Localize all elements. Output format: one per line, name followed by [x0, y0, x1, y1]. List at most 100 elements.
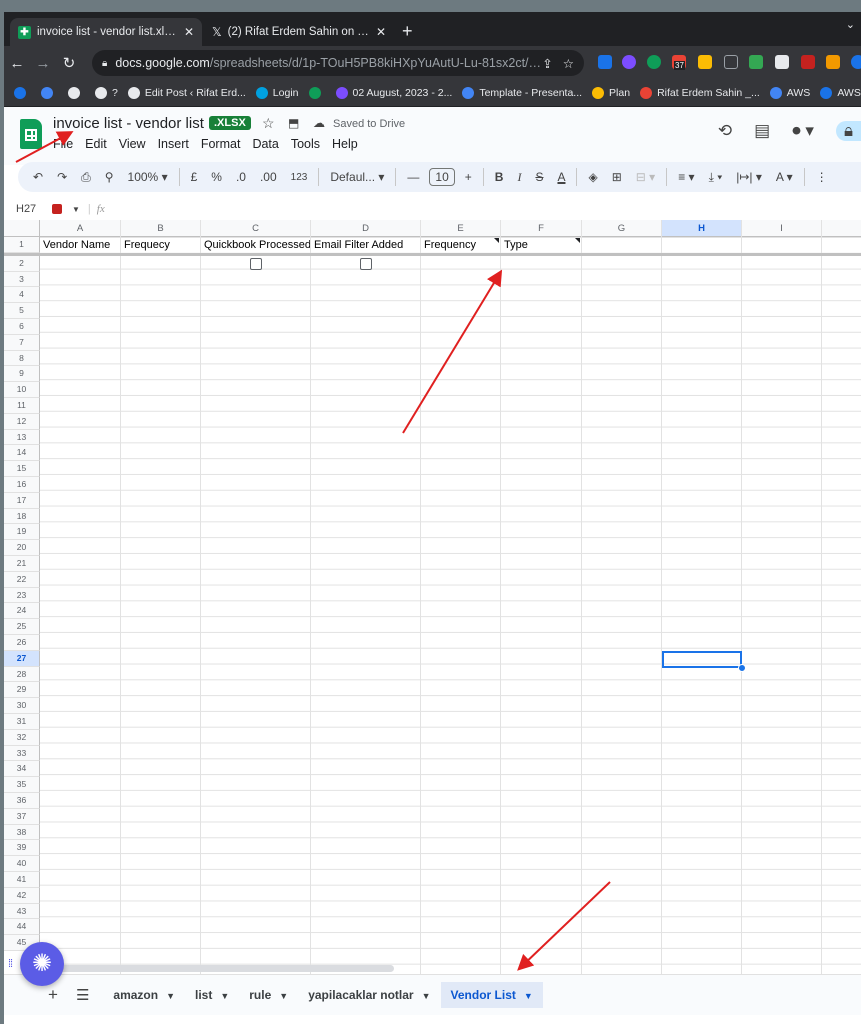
- bookmark-item[interactable]: [308, 87, 326, 99]
- row-header-13[interactable]: 13: [4, 429, 40, 446]
- close-tab-icon[interactable]: ✕: [184, 25, 194, 39]
- checkbox-c2[interactable]: [250, 257, 262, 270]
- new-tab-button[interactable]: +: [402, 22, 413, 40]
- browser-tab-sheets[interactable]: ✚ invoice list - vendor list.xlsx - Goo …: [10, 18, 202, 46]
- row-header-38[interactable]: 38: [4, 824, 40, 841]
- header-cell-e[interactable]: Frequency: [424, 239, 500, 251]
- row-header-21[interactable]: 21: [4, 556, 40, 572]
- header-cell-d[interactable]: Email Filter Added: [314, 239, 420, 251]
- bookmark-item[interactable]: Rifat Erdem Sahin _...: [640, 87, 760, 99]
- sheet-tab-vendor-list[interactable]: Vendor List ▼: [440, 982, 543, 1008]
- column-header-d[interactable]: D: [311, 220, 421, 237]
- decrease-decimal-button[interactable]: .0: [229, 170, 253, 184]
- spreadsheet-grid[interactable]: A B C D E F G H I 1 2 3 4 5 6 7 8 9 10 11 12 13 14 15 16 17 18 19 20…: [4, 220, 861, 974]
- column-header-e[interactable]: E: [421, 220, 501, 237]
- bold-button[interactable]: B: [488, 170, 511, 184]
- reload-icon[interactable]: ↻: [56, 54, 82, 72]
- row-header-33[interactable]: 33: [4, 745, 40, 762]
- extension-icon[interactable]: [775, 55, 789, 69]
- strikethrough-button[interactable]: S: [528, 170, 550, 184]
- row-header-26[interactable]: 26: [4, 635, 40, 651]
- row-header-18[interactable]: 18: [4, 508, 40, 525]
- row-header-10[interactable]: 10: [4, 382, 40, 398]
- bookmark-item[interactable]: Edit Post ‹ Rifat Erd...: [127, 87, 246, 99]
- row-header-34[interactable]: 34: [4, 761, 40, 778]
- star-icon[interactable]: ☆: [262, 115, 275, 132]
- bookmark-item[interactable]: ?: [95, 87, 118, 99]
- redo-icon[interactable]: ↷: [50, 170, 74, 184]
- row-header-25[interactable]: 25: [4, 619, 40, 635]
- row-header-19[interactable]: 19: [4, 524, 40, 541]
- row-header-15[interactable]: 15: [4, 461, 40, 477]
- menu-view[interactable]: View: [119, 137, 146, 151]
- row-header-28[interactable]: 28: [4, 666, 40, 683]
- selected-cell-outline[interactable]: [662, 650, 742, 668]
- paint-format-icon[interactable]: ⚲: [98, 170, 121, 184]
- text-rotation-icon[interactable]: A ▾: [769, 170, 800, 184]
- sheet-tab-caret-icon[interactable]: ▼: [524, 991, 533, 1001]
- column-header-partial[interactable]: [822, 220, 861, 237]
- horizontal-scrollbar[interactable]: [44, 965, 394, 972]
- bookmark-item[interactable]: [14, 87, 31, 99]
- meet-camera-icon[interactable]: ⏺︎ ▾: [792, 121, 814, 141]
- sheet-tab-amazon[interactable]: amazon ▼: [103, 982, 185, 1008]
- column-header-g[interactable]: G: [582, 220, 662, 237]
- bookmark-item[interactable]: [41, 87, 58, 99]
- row-header-1[interactable]: 1: [4, 237, 40, 253]
- version-history-icon[interactable]: ⟲: [718, 121, 732, 141]
- row-header-9[interactable]: 9: [4, 366, 40, 383]
- menu-file[interactable]: File: [53, 137, 73, 151]
- borders-icon[interactable]: ⊞: [605, 170, 629, 184]
- close-tab-icon[interactable]: ✕: [376, 25, 386, 39]
- sheets-logo-icon[interactable]: [20, 119, 42, 149]
- extension-icon[interactable]: [622, 55, 636, 69]
- vertical-align-icon[interactable]: ⤓ ▾: [702, 170, 730, 185]
- fill-color-icon[interactable]: ◈: [581, 170, 604, 184]
- menu-tools[interactable]: Tools: [291, 137, 320, 151]
- bookmark-item[interactable]: AWS: [769, 87, 810, 99]
- column-header-b[interactable]: B: [121, 220, 201, 237]
- italic-button[interactable]: I: [510, 170, 528, 185]
- column-note-indicator-icon[interactable]: [575, 238, 580, 243]
- header-cell-f[interactable]: Type: [504, 239, 581, 251]
- all-sheets-icon[interactable]: ☰: [76, 986, 89, 1004]
- smart-chip-icon[interactable]: [52, 204, 62, 214]
- bookmark-item[interactable]: AWS: [820, 87, 861, 99]
- row-header-31[interactable]: 31: [4, 714, 40, 730]
- row-header-14[interactable]: 14: [4, 445, 40, 462]
- row-header-8[interactable]: 8: [4, 350, 40, 367]
- fill-handle[interactable]: [738, 663, 746, 672]
- row-header-41[interactable]: 41: [4, 872, 40, 888]
- row-header-6[interactable]: 6: [4, 319, 40, 335]
- header-cell-b[interactable]: Frequecy: [124, 239, 200, 251]
- extension-icon[interactable]: [647, 55, 661, 69]
- checkbox-d2[interactable]: [360, 257, 372, 270]
- undo-icon[interactable]: ↶: [26, 170, 50, 184]
- row-header-29[interactable]: 29: [4, 682, 40, 699]
- more-options-icon[interactable]: ⋮: [809, 170, 835, 184]
- row-header-5[interactable]: 5: [4, 303, 40, 319]
- document-title[interactable]: invoice list - vendor list: [53, 115, 204, 132]
- row-header-30[interactable]: 30: [4, 698, 40, 714]
- row-header-27[interactable]: 27: [4, 650, 40, 667]
- extension-icon[interactable]: [724, 55, 738, 69]
- print-icon[interactable]: ⎙: [74, 170, 98, 185]
- percent-format-button[interactable]: %: [204, 170, 229, 184]
- column-header-i[interactable]: I: [742, 220, 822, 237]
- share-icon[interactable]: ⇪: [542, 56, 552, 71]
- text-color-button[interactable]: A: [550, 170, 572, 184]
- row-header-2[interactable]: 2: [4, 255, 40, 272]
- row-header-17[interactable]: 17: [4, 492, 40, 509]
- increase-decimal-button[interactable]: .00: [253, 170, 284, 184]
- increase-font-size-button[interactable]: +: [458, 170, 479, 184]
- extension-icon[interactable]: [826, 55, 840, 69]
- more-formats-button[interactable]: 123: [284, 172, 315, 183]
- select-all-corner[interactable]: [4, 220, 40, 237]
- row-header-16[interactable]: 16: [4, 477, 40, 493]
- column-note-indicator-icon[interactable]: [494, 238, 499, 243]
- bookmark-star-icon[interactable]: ☆: [563, 56, 574, 71]
- browser-tab-twitter[interactable]: 𝕏 (2) Rifat Erdem Sahin on Twitter: ✕: [204, 18, 394, 46]
- bookmark-item[interactable]: 02 August, 2023 - 2...: [335, 87, 452, 99]
- row-header-22[interactable]: 22: [4, 571, 40, 588]
- bookmark-item[interactable]: Plan: [592, 87, 630, 99]
